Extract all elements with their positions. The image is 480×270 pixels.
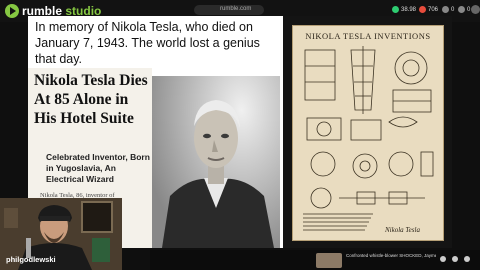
clipping-headline: Nikola Tesla Dies At 85 Alone in His Hot…: [34, 72, 148, 127]
share-icon[interactable]: [452, 256, 458, 262]
recommended-thumbnail[interactable]: [316, 253, 342, 268]
poster-signature: Nikola Tesla: [385, 226, 420, 234]
recommended-title[interactable]: Confronted whistle-blower SHOCKED, Jayme…: [346, 253, 436, 259]
url-bar[interactable]: rumble.com: [194, 5, 264, 15]
rumble-logo-icon[interactable]: [5, 4, 19, 18]
slide-caption: In memory of Nikola Tesla, who died on J…: [35, 20, 260, 66]
heart-icon[interactable]: [440, 256, 446, 262]
likes-icon: [419, 5, 426, 13]
stat-shares: 0: [458, 4, 470, 16]
host-username[interactable]: philgodlewski: [6, 255, 56, 264]
viewers-icon: [392, 5, 399, 13]
stat-comments: 0: [442, 4, 454, 16]
more-icon[interactable]: [464, 256, 470, 262]
profile-avatar-icon[interactable]: [471, 5, 480, 14]
stat-viewers: 38.98: [392, 4, 416, 16]
url-text: rumble.com: [220, 6, 252, 12]
tesla-portrait-photo: [152, 76, 280, 248]
poster-frame: NIKOLA TESLA INVENTIONS Nikola Tesla: [283, 16, 452, 248]
clipping-subhead: Celebrated Inventor, Born in Yugoslavia,…: [46, 152, 150, 184]
shares-icon: [458, 5, 465, 13]
comments-icon: [442, 5, 449, 13]
inventions-poster: NIKOLA TESLA INVENTIONS Nikola Tesla: [292, 25, 444, 241]
stat-likes: 706: [419, 4, 438, 16]
